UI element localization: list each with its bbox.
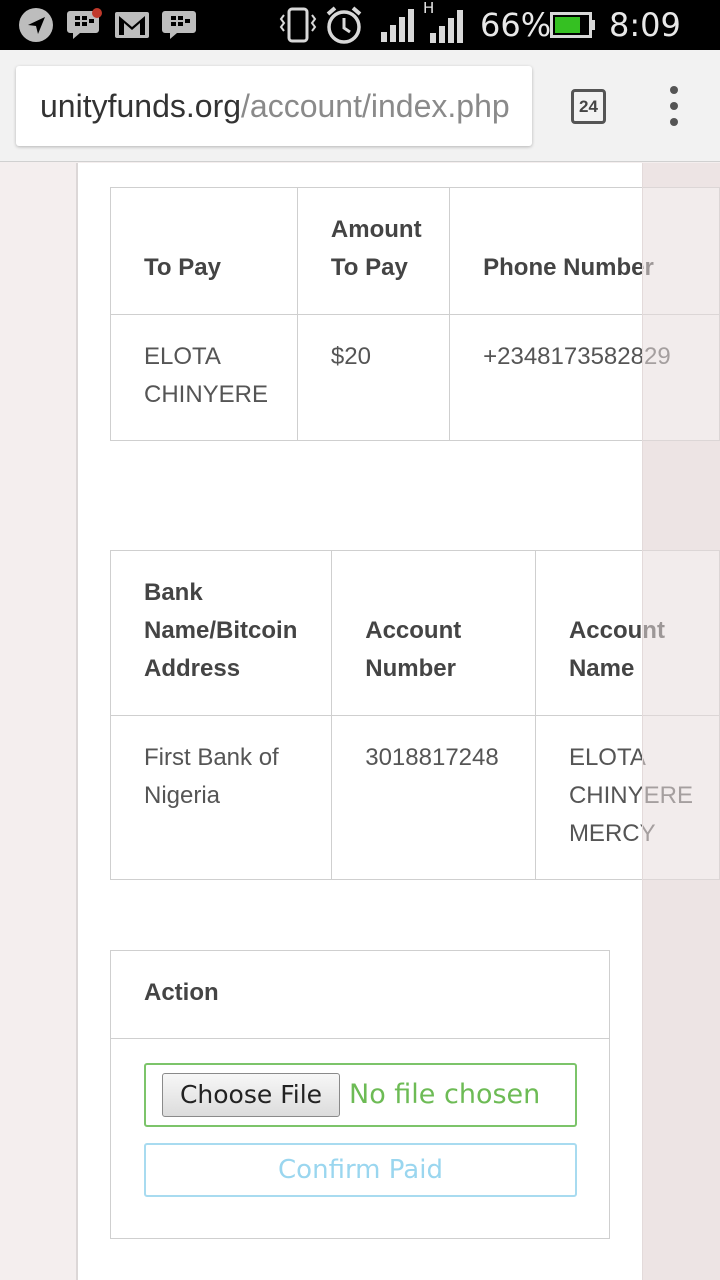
bbm-notification-icon <box>67 8 105 42</box>
action-heading: Action <box>111 951 609 1039</box>
url-domain: unityfunds.org <box>40 88 242 124</box>
navigation-icon <box>17 8 55 42</box>
table-row: First Bank of Nigeria 3018817248 ELOTA C… <box>109 715 720 880</box>
status-bar: H 66% 8:09 AM <box>0 0 720 80</box>
amount-value: $20 <box>296 314 451 441</box>
column-header-bank: Bank Name/Bitcoin Address <box>109 550 333 716</box>
url-field[interactable]: unityfunds.org/account/index.php <box>16 66 532 146</box>
tab-switcher-button[interactable]: 24 <box>571 89 606 124</box>
file-status-text: No file chosen <box>349 1079 541 1110</box>
phone-number: +2348173582829 <box>449 314 720 441</box>
action-panel: Action Choose File No file chosen Confir… <box>110 950 610 1239</box>
bank-table: Bank Name/Bitcoin Address Account Number… <box>109 550 720 880</box>
battery-icon <box>550 8 596 42</box>
overflow-menu-icon[interactable] <box>660 86 688 126</box>
column-header-to-pay: To Pay <box>110 187 298 315</box>
table-row: ELOTA CHINYERE $20 +2348173582829 <box>110 314 720 441</box>
account-name: ELOTA CHINYERE MERCY <box>534 715 720 880</box>
url-path: /account/index.php <box>241 88 510 124</box>
choose-file-button[interactable]: Choose File <box>162 1073 340 1117</box>
signal-icon <box>380 8 416 42</box>
browser-toolbar: unityfunds.org/account/index.php 24 <box>0 50 720 162</box>
gmail-icon <box>114 8 150 42</box>
column-header-account-name: Account Name <box>534 550 720 716</box>
table-header-row: Bank Name/Bitcoin Address Account Number… <box>109 550 720 716</box>
clock-time: 8:09 <box>609 6 681 44</box>
account-number: 3018817248 <box>331 715 536 880</box>
recipient-name: ELOTA CHINYERE <box>110 314 298 441</box>
page-content: To Pay Amount To Pay Phone Number ELOTA … <box>0 163 720 1280</box>
column-header-account-number: Account Number <box>331 550 536 716</box>
table-header-row: To Pay Amount To Pay Phone Number <box>110 187 720 315</box>
alarm-icon <box>324 6 364 44</box>
bbm-icon <box>162 8 198 42</box>
vibrate-icon <box>278 7 318 43</box>
payment-table: To Pay Amount To Pay Phone Number ELOTA … <box>110 187 720 441</box>
file-input[interactable]: Choose File No file chosen <box>144 1063 577 1127</box>
column-header-phone: Phone Number <box>449 187 720 315</box>
confirm-paid-button[interactable]: Confirm Paid <box>144 1143 577 1197</box>
network-type-label: H <box>423 0 435 17</box>
battery-percent: 66% <box>480 6 552 44</box>
column-header-amount: Amount To Pay <box>296 187 451 315</box>
bank-name: First Bank of Nigeria <box>109 715 333 880</box>
